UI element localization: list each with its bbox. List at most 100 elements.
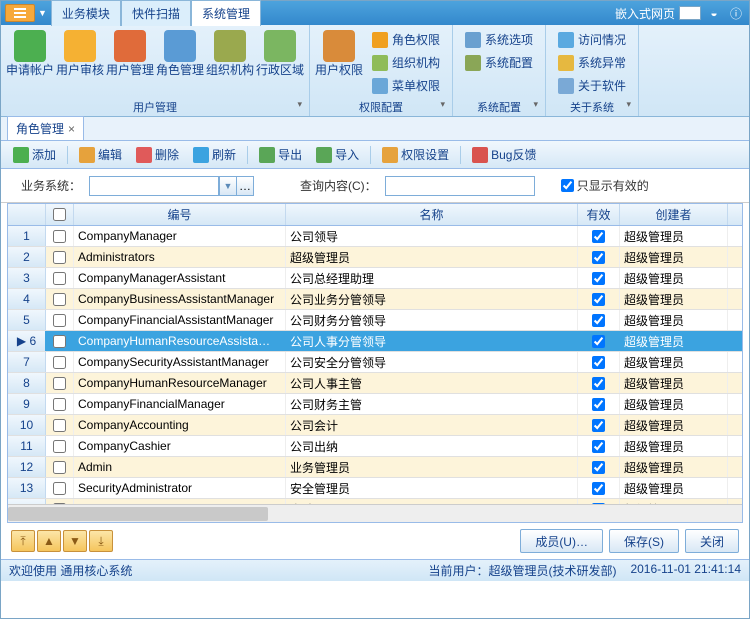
row-number: 10 [8,415,46,435]
cell-valid[interactable] [578,331,620,351]
import-button[interactable]: 导入 [310,143,365,166]
org-structure-button[interactable]: 组织机构 [205,27,255,80]
row-check[interactable] [46,478,74,498]
role-perm-button[interactable]: 角色权限 [368,29,444,50]
cell-valid[interactable] [578,478,620,498]
cell-valid[interactable] [578,436,620,456]
row-check[interactable] [46,268,74,288]
ribbon-tab[interactable]: 系统管理 [191,0,261,26]
table-row[interactable]: 3CompanyManagerAssistant公司总经理助理超级管理员 [8,268,742,289]
cell-valid[interactable] [578,373,620,393]
biz-system-input[interactable] [89,176,219,196]
nav-down[interactable]: ▼ [63,530,87,552]
row-check[interactable] [46,352,74,372]
cell-valid[interactable] [578,289,620,309]
tab-role-manage[interactable]: 角色管理 × [7,116,84,140]
close-icon[interactable]: × [68,122,75,136]
edit-button[interactable]: 编辑 [73,143,128,166]
save-button[interactable]: 保存(S) [609,529,679,553]
table-row[interactable]: 12Admin业务管理员超级管理员 [8,457,742,478]
add-button[interactable]: 添加 [7,143,62,166]
nav-last[interactable]: ⤓ [89,530,113,552]
row-check[interactable] [46,226,74,246]
cell-code: Administrators [74,247,286,267]
row-check[interactable] [46,289,74,309]
row-number: 1 [8,226,46,246]
nav-first[interactable]: ⤒ [11,530,35,552]
cell-valid[interactable] [578,394,620,414]
row-check[interactable] [46,331,74,351]
cell-code: CompanyManager [74,226,286,246]
cell-creator: 超级管理员 [620,310,728,330]
cell-valid[interactable] [578,352,620,372]
chevron-down-icon[interactable]: ▼ [219,176,237,196]
member-button[interactable]: 成员(U)… [520,529,603,553]
row-check[interactable] [46,310,74,330]
row-check[interactable] [46,436,74,456]
cell-valid[interactable] [578,457,620,477]
cell-code: CompanyHumanResourceAssista… [74,331,286,351]
table-row[interactable]: ▶ 6CompanyHumanResourceAssista…公司人事分管领导超… [8,331,742,352]
cell-valid[interactable] [578,247,620,267]
table-row[interactable]: 11CompanyCashier公司出纳超级管理员 [8,436,742,457]
org-perm-button[interactable]: 组织机构 [368,52,444,73]
col-code[interactable]: 编号 [74,204,286,225]
row-check[interactable] [46,457,74,477]
refresh-button[interactable]: 刷新 [187,143,242,166]
query-input[interactable] [385,176,535,196]
row-check[interactable] [46,247,74,267]
col-creator[interactable]: 创建者 [620,204,728,225]
cell-code: CompanyManagerAssistant [74,268,286,288]
only-valid-checkbox[interactable]: 只显示有效的 [561,177,649,194]
bug-button[interactable]: Bug反馈 [466,143,542,166]
cell-valid[interactable] [578,268,620,288]
about-soft-button[interactable]: 关于软件 [554,75,630,96]
info-icon[interactable]: ⓘ [727,4,745,22]
perm-set-button[interactable]: 权限设置 [376,143,455,166]
user-perm-button[interactable]: 用户权限 [314,27,364,80]
table-row[interactable]: 10CompanyAccounting公司会计超级管理员 [8,415,742,436]
user-audit-button[interactable]: 用户审核 [55,27,105,80]
delete-button[interactable]: 删除 [130,143,185,166]
role-manage-button[interactable]: 角色管理 [155,27,205,80]
cell-name: 业务管理员 [286,457,578,477]
export-button[interactable]: 导出 [253,143,308,166]
table-row[interactable]: 8CompanyHumanResourceManager公司人事主管超级管理员 [8,373,742,394]
table-row[interactable]: 7CompanySecurityAssistantManager公司安全分管领导… [8,352,742,373]
cell-name: 公司安全分管领导 [286,352,578,372]
row-check[interactable] [46,373,74,393]
cell-creator: 超级管理员 [620,289,728,309]
col-name[interactable]: 名称 [286,204,578,225]
col-valid[interactable]: 有效 [578,204,620,225]
h-scrollbar[interactable] [8,504,742,522]
sys-config-button[interactable]: 系统配置 [461,52,537,73]
nav-up[interactable]: ▲ [37,530,61,552]
sys-option-button[interactable]: 系统选项 [461,29,537,50]
help-icon[interactable]: ◒ [705,4,723,22]
col-check[interactable] [46,204,74,225]
apply-account-button[interactable]: 申请帐户 [5,27,55,80]
table-row[interactable]: 9CompanyFinancialManager公司财务主管超级管理员 [8,394,742,415]
sys-error-button[interactable]: 系统异常 [554,52,630,73]
table-row[interactable]: 2Administrators超级管理员超级管理员 [8,247,742,268]
embed-toggle[interactable] [679,6,701,20]
visit-status-button[interactable]: 访问情况 [554,29,630,50]
cell-valid[interactable] [578,415,620,435]
app-menu-button[interactable] [5,4,35,22]
col-rownum[interactable] [8,204,46,225]
admin-region-button[interactable]: 行政区域 [255,27,305,80]
row-check[interactable] [46,415,74,435]
user-manage-button[interactable]: 用户管理 [105,27,155,80]
ribbon-tab[interactable]: 业务模块 [51,0,121,26]
ribbon-tab[interactable]: 快件扫描 [121,0,191,26]
table-row[interactable]: 5CompanyFinancialAssistantManager公司财务分管领… [8,310,742,331]
row-check[interactable] [46,394,74,414]
cell-valid[interactable] [578,310,620,330]
menu-perm-button[interactable]: 菜单权限 [368,75,444,96]
cell-valid[interactable] [578,226,620,246]
close-button[interactable]: 关闭 [685,529,739,553]
table-row[interactable]: 4CompanyBusinessAssistantManager公司业务分管领导… [8,289,742,310]
table-row[interactable]: 1CompanyManager公司领导超级管理员 [8,226,742,247]
table-row[interactable]: 13SecurityAdministrator安全管理员超级管理员 [8,478,742,499]
ellipsis-button[interactable]: … [236,176,254,196]
